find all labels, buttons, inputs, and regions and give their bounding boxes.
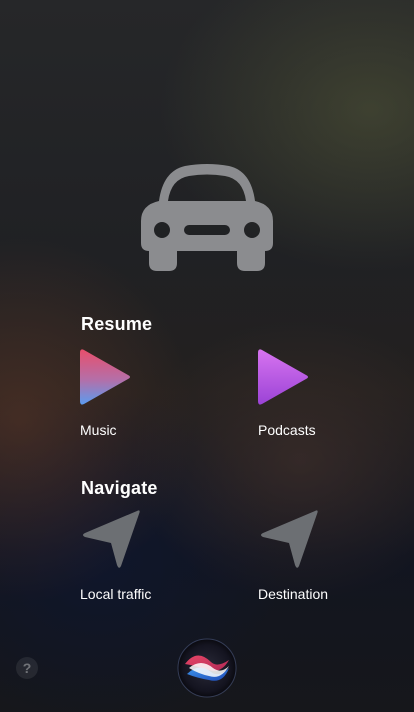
car-icon <box>141 164 273 271</box>
music-label: Music <box>80 422 117 438</box>
help-button[interactable]: ? <box>16 657 38 679</box>
location-arrow-icon <box>261 510 318 568</box>
navigate-local-traffic-button[interactable]: Local traffic <box>80 508 220 618</box>
play-purple-icon <box>258 349 308 405</box>
play-gradient-icon <box>80 349 130 405</box>
siri-orb-icon[interactable] <box>177 638 237 698</box>
navigate-heading: Navigate <box>81 478 158 498</box>
destination-label: Destination <box>258 586 329 602</box>
navigate-destination-button[interactable]: Destination <box>258 508 398 618</box>
resume-heading: Resume <box>81 314 153 334</box>
local-traffic-label: Local traffic <box>80 586 152 602</box>
resume-music-button[interactable]: Music <box>80 348 220 458</box>
location-arrow-icon <box>83 510 140 568</box>
resume-podcasts-button[interactable]: Podcasts <box>258 348 398 458</box>
podcasts-label: Podcasts <box>258 422 316 438</box>
siri-car-suggestions-screen: Resume Music Podcasts Navigate Local tra… <box>0 0 414 712</box>
